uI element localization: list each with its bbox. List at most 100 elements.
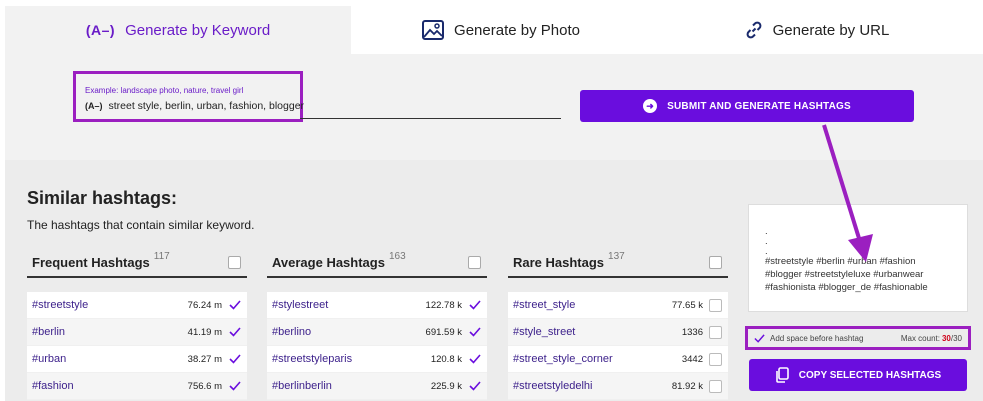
hashtag-count: 38.27 m <box>187 353 222 365</box>
frequent-hashtags-column: Frequent Hashtags 117 #streetstyle 76.24 … <box>27 248 247 400</box>
similar-hashtags-title: Similar hashtags: <box>27 188 178 208</box>
hashtag-text: #street_style_corner <box>513 353 613 365</box>
hashtag-row[interactable]: #style_street 1336 <box>508 319 728 346</box>
hashtag-count: 1336 <box>681 326 703 338</box>
hashtag-row[interactable]: #streetstyledelhi 81.92 k <box>508 373 728 400</box>
options-bar: Add space before hashtag Max count: 30 /… <box>745 326 971 350</box>
hashtag-text: #berlin <box>32 326 66 338</box>
hashtag-row[interactable]: #berlinberlin 225.9 k <box>267 373 487 400</box>
row-checkbox[interactable] <box>228 380 241 393</box>
hashtag-row[interactable]: #berlino 691.59 k <box>267 319 487 346</box>
hashtag-count: 41.19 m <box>187 326 222 338</box>
hashtag-count: 120.8 k <box>430 353 462 365</box>
row-checkbox[interactable] <box>709 325 722 339</box>
tab-label: Generate by Photo <box>454 21 580 39</box>
checkmark-icon <box>228 354 241 364</box>
keyword-search-box[interactable]: Example: landscape photo, nature, travel… <box>73 71 304 122</box>
max-count-label: Max count: <box>900 333 940 343</box>
selected-hashtags-textarea[interactable]: . . . #streetstyle #berlin #urban #fashi… <box>748 204 968 312</box>
column-count: 117 <box>153 250 170 262</box>
row-checkbox[interactable] <box>468 380 481 393</box>
select-all-checkbox[interactable] <box>228 256 241 269</box>
tab-label: Generate by URL <box>772 21 890 39</box>
submit-generate-button[interactable]: ➜ SUBMIT AND GENERATE HASHTAGS <box>580 90 914 122</box>
tab-bar: (A–) Generate by Keyword Generate by Pho… <box>0 0 983 54</box>
tab-generate-by-keyword[interactable]: (A–) Generate by Keyword <box>5 6 351 54</box>
arrow-right-circle-icon: ➜ <box>643 99 658 113</box>
row-checkbox[interactable] <box>468 326 481 339</box>
hashtag-text: #berlinberlin <box>272 380 332 392</box>
text-line: . <box>765 236 768 247</box>
checkmark-icon <box>228 381 241 391</box>
keyword-icon: (A–) <box>85 101 103 111</box>
tab-generate-by-photo[interactable]: Generate by Photo <box>351 6 651 54</box>
add-space-label: Add space before hashtag <box>770 333 864 343</box>
row-checkbox[interactable] <box>468 299 481 312</box>
tab-generate-by-url[interactable]: Generate by URL <box>651 6 983 54</box>
results-panel: Similar hashtags: The hashtags that cont… <box>5 160 983 401</box>
row-checkbox[interactable] <box>709 298 722 312</box>
search-input-line[interactable]: (A–) street style, berlin, urban, fashio… <box>85 100 304 112</box>
checkmark-icon <box>228 300 241 310</box>
text-line: . <box>765 246 768 257</box>
hashtag-count: 77.65 k <box>671 299 703 311</box>
checkmark-icon <box>468 354 481 364</box>
add-space-checkbox[interactable] <box>754 333 765 344</box>
average-hashtags-column: Average Hashtags 163 #stylestreet 122.78 … <box>267 248 487 400</box>
hashtag-list: #streetstyle 76.24 m #berlin 41.19 m #urba… <box>27 292 247 400</box>
row-checkbox[interactable] <box>228 353 241 366</box>
hashtag-text: #street_style <box>513 299 576 311</box>
max-count-total: /30 <box>950 333 962 343</box>
row-checkbox[interactable] <box>468 353 481 366</box>
submit-label: SUBMIT AND GENERATE HASHTAGS <box>667 100 851 112</box>
select-all-checkbox[interactable] <box>468 256 481 269</box>
hashtag-text: #stylestreet <box>272 299 329 311</box>
column-header: Average Hashtags 163 <box>267 248 487 278</box>
row-checkbox[interactable] <box>709 352 722 366</box>
column-count: 163 <box>388 250 406 262</box>
hashtag-list: #street_style 77.65 k #style_street 1336 #… <box>508 292 728 400</box>
copy-icon <box>775 367 789 383</box>
hashtag-row[interactable]: #fashion 756.6 m <box>27 373 247 400</box>
column-title: Average Hashtags <box>272 254 385 270</box>
text-line: #streetstyle #berlin #urban #fashion <box>765 256 916 267</box>
checkmark-icon <box>468 327 481 337</box>
hashtag-list: #stylestreet 122.78 k #berlino 691.59 k #s… <box>267 292 487 400</box>
search-example-text: Example: landscape photo, nature, travel… <box>85 86 244 95</box>
hashtag-row[interactable]: #stylestreet 122.78 k <box>267 292 487 319</box>
hashtag-count: 3442 <box>681 353 703 365</box>
hashtag-text: #style_street <box>513 326 576 338</box>
hashtag-count: 122.78 k <box>425 299 462 311</box>
hashtag-generator-page: (A–) Generate by Keyword Generate by Pho… <box>0 0 983 401</box>
hashtag-row[interactable]: #streetstyle 76.24 m <box>27 292 247 319</box>
row-checkbox[interactable] <box>228 299 241 312</box>
hashtag-text: #streetstyleparis <box>272 353 353 365</box>
hashtag-row[interactable]: #berlin 41.19 m <box>27 319 247 346</box>
hashtag-count: 225.9 k <box>430 380 462 392</box>
similar-hashtags-subtitle: The hashtags that contain similar keywor… <box>27 218 255 232</box>
checkmark-icon <box>228 327 241 337</box>
hashtag-row[interactable]: #urban 38.27 m <box>27 346 247 373</box>
max-count-current: 30 <box>941 333 951 343</box>
row-checkbox[interactable] <box>228 326 241 339</box>
image-icon <box>422 20 445 40</box>
rare-hashtags-column: Rare Hashtags 137 #street_style 77.65 k #… <box>508 248 728 400</box>
column-header: Rare Hashtags 137 <box>508 248 728 278</box>
column-count: 137 <box>608 250 625 262</box>
hashtag-row[interactable]: #street_style 77.65 k <box>508 292 728 319</box>
search-section: Example: landscape photo, nature, travel… <box>5 54 983 160</box>
column-header: Frequent Hashtags 117 <box>27 248 247 278</box>
search-input[interactable]: street style, berlin, urban, fashion, bl… <box>109 100 305 112</box>
select-all-checkbox[interactable] <box>709 256 722 269</box>
column-title: Frequent Hashtags <box>32 254 150 270</box>
checkmark-icon <box>468 381 481 391</box>
hashtag-text: #berlino <box>272 326 312 338</box>
hashtag-text: #urban <box>32 353 67 365</box>
copy-selected-button[interactable]: COPY SELECTED HASHTAGS <box>749 359 967 391</box>
tab-label: Generate by Keyword <box>125 21 271 39</box>
copy-label: COPY SELECTED HASHTAGS <box>798 369 942 381</box>
row-checkbox[interactable] <box>709 379 722 393</box>
hashtag-row[interactable]: #street_style_corner 3442 <box>508 346 728 373</box>
hashtag-count: 76.24 m <box>187 299 222 311</box>
hashtag-row[interactable]: #streetstyleparis 120.8 k <box>267 346 487 373</box>
